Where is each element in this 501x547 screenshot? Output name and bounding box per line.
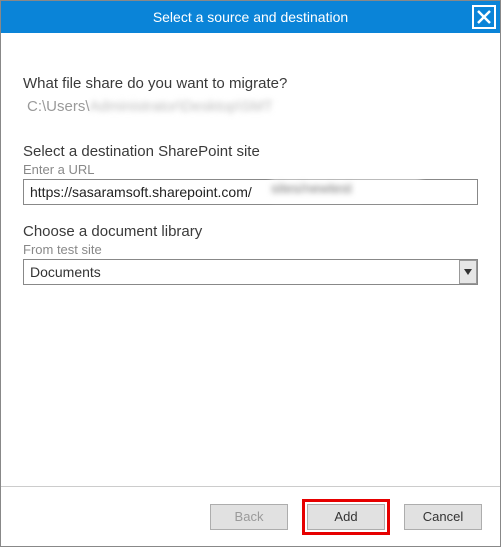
library-select-wrap: Documents — [23, 259, 478, 285]
close-button[interactable] — [472, 5, 496, 29]
chevron-down-icon — [464, 269, 472, 275]
close-icon — [476, 9, 492, 25]
footer: Back Add Cancel — [1, 486, 500, 546]
url-input-wrap: sites/newtest — [23, 177, 478, 205]
add-button[interactable]: Add — [307, 504, 385, 530]
back-button[interactable]: Back — [210, 504, 288, 530]
dropdown-arrow-button[interactable] — [459, 260, 477, 284]
source-path-prefix: C:\Users\ — [27, 98, 90, 115]
library-select-value: Documents — [30, 264, 101, 280]
destination-url-input[interactable] — [23, 179, 478, 205]
library-select[interactable]: Documents — [23, 259, 478, 285]
source-path: C:\Users\Administrator\Desktop\SMT — [27, 98, 478, 115]
add-button-highlight: Add — [302, 499, 390, 535]
source-path-blurred: Administrator\Desktop\SMT — [90, 98, 273, 115]
library-sub-label: From test site — [23, 242, 478, 257]
content-area: What file share do you want to migrate? … — [1, 33, 500, 486]
titlebar: Select a source and destination — [1, 1, 500, 33]
destination-label: Select a destination SharePoint site — [23, 143, 478, 160]
dialog-window: Select a source and destination What fil… — [0, 0, 501, 547]
migrate-question: What file share do you want to migrate? — [23, 75, 478, 92]
choose-library-label: Choose a document library — [23, 223, 478, 240]
cancel-button[interactable]: Cancel — [404, 504, 482, 530]
enter-url-label: Enter a URL — [23, 162, 478, 177]
window-title: Select a source and destination — [1, 9, 500, 25]
